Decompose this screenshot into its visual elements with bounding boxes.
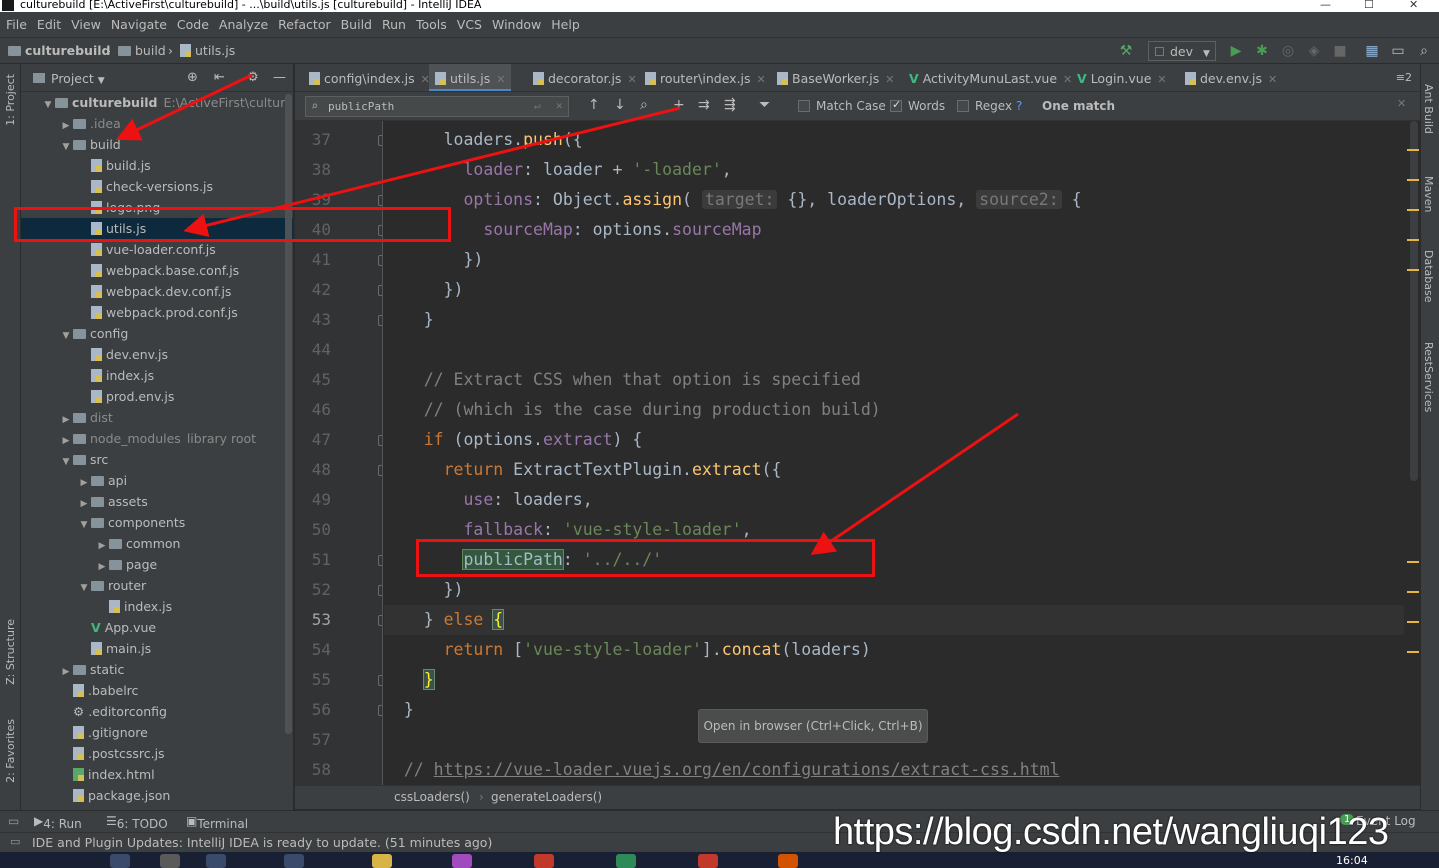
annotation-arrow [115, 73, 253, 141]
annotation-arrow [810, 412, 1019, 556]
annotation-arrow [183, 106, 681, 238]
annotation-arrows [115, 73, 1019, 556]
